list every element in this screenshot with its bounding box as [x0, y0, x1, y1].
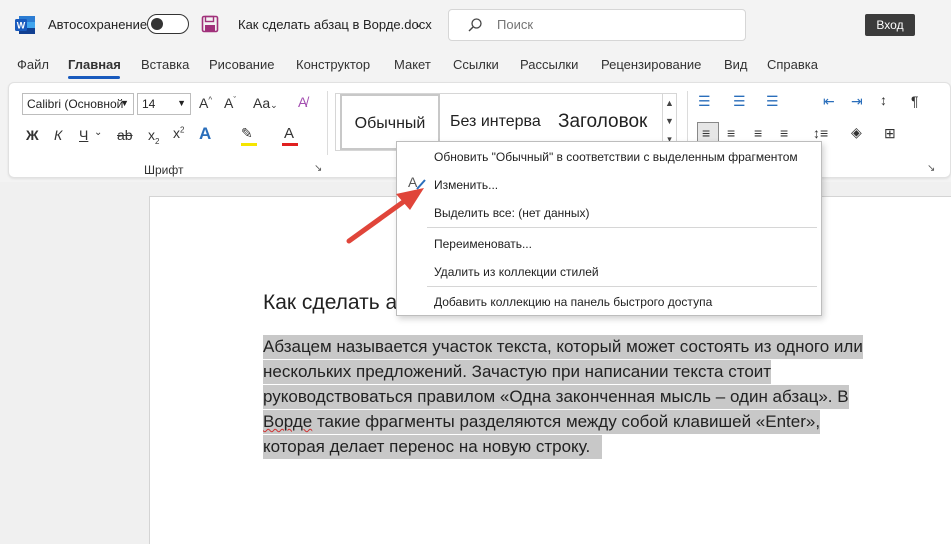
font-color-bar [282, 143, 298, 146]
tab-help[interactable]: Справка [767, 57, 818, 72]
text-effects-icon[interactable]: A [199, 124, 211, 144]
tab-file[interactable]: Файл [17, 57, 49, 72]
dialog-launcher-icon[interactable]: ↘ [314, 163, 322, 174]
autosave-toggle[interactable] [147, 14, 189, 34]
paragraph-line[interactable]: нескольких предложений. Зачастую при нап… [263, 359, 883, 384]
paragraph-line[interactable]: которая делает перенос на новую строку. [263, 434, 883, 459]
document-heading[interactable]: Как сделать а [263, 291, 397, 315]
selected-text: руководствоваться правилом «Одна законче… [263, 385, 849, 409]
paragraph-line[interactable]: руководствоваться правилом «Одна законче… [263, 384, 883, 409]
document-title[interactable]: Как сделать абзац в Ворде.docx [238, 17, 432, 32]
chevron-down-icon[interactable]: ⌄ [414, 17, 423, 30]
increase-indent-icon[interactable]: ⇥ [851, 93, 863, 110]
menu-item-modify[interactable]: Изменить... [434, 178, 498, 192]
selected-text: которая делает перенос на новую строку. [263, 435, 603, 459]
spelling-error[interactable]: Ворде [263, 412, 312, 431]
pilcrow-icon[interactable]: ¶ [911, 93, 919, 109]
menu-divider [427, 227, 817, 228]
tab-layout[interactable]: Макет [394, 57, 431, 72]
tab-home[interactable]: Главная [68, 57, 121, 72]
paragraph-line[interactable]: Ворде такие фрагменты разделяются между … [263, 409, 883, 434]
selected-text: нескольких предложений. Зачастую при нап… [263, 360, 772, 384]
font-size-select[interactable]: 14 ▼ [137, 93, 191, 115]
tab-draw[interactable]: Рисование [209, 57, 274, 72]
align-center-icon[interactable]: ≡ [727, 125, 735, 141]
menu-item-select-all[interactable]: Выделить все: (нет данных) [434, 206, 590, 220]
superscript-icon[interactable]: x2 [173, 125, 184, 141]
chevron-down-icon: ▼ [120, 98, 129, 108]
divider [327, 91, 328, 155]
paragraph-line[interactable]: Абзацем называется участок текста, котор… [263, 334, 883, 359]
tab-view[interactable]: Вид [724, 57, 748, 72]
clear-formatting-icon[interactable]: A̸ [298, 94, 307, 110]
font-color-icon[interactable]: A [284, 125, 294, 142]
tab-insert[interactable]: Вставка [141, 57, 189, 72]
bullets-icon[interactable]: ☰ [698, 93, 711, 110]
line-spacing-icon[interactable]: ↕≡ [813, 125, 828, 141]
svg-text:W: W [17, 21, 26, 31]
style-context-menu: Обновить "Обычный" в соответствии с выде… [396, 141, 822, 316]
selected-text: Абзацем называется участок текста, котор… [263, 335, 863, 359]
menu-item-update-style[interactable]: Обновить "Обычный" в соответствии с выде… [434, 150, 798, 164]
shading-icon[interactable]: ◈ [851, 124, 862, 141]
font-name-value: Calibri (Основной [27, 97, 124, 111]
decrease-indent-icon[interactable]: ⇤ [823, 93, 835, 110]
search-input[interactable] [497, 17, 697, 32]
highlight-icon[interactable]: ✎ [241, 125, 253, 142]
menu-item-add-to-quick-access[interactable]: Добавить коллекцию на панель быстрого до… [434, 295, 712, 309]
font-group-label: Шрифт [144, 163, 184, 177]
sort-icon[interactable]: ↕ [880, 92, 887, 108]
bold-icon[interactable]: Ж [26, 127, 39, 143]
title-bar: W Автосохранение Как сделать абзац в Вор… [0, 0, 951, 50]
word-logo-icon: W [15, 16, 35, 34]
tab-review[interactable]: Рецензирование [601, 57, 701, 72]
underline-icon[interactable]: Ч [79, 127, 88, 143]
search-icon [468, 18, 482, 32]
subscript-icon[interactable]: x2 [148, 127, 159, 146]
shrink-font-icon[interactable]: Aˇ [224, 95, 236, 111]
change-case-icon[interactable]: Aa⌄ [253, 95, 278, 111]
menu-item-remove-from-gallery[interactable]: Удалить из коллекции стилей [434, 265, 599, 279]
ribbon-tabs: Файл Главная Вставка Рисование Конструкт… [0, 54, 951, 79]
tab-references[interactable]: Ссылки [453, 57, 499, 72]
align-right-icon[interactable]: ≡ [754, 125, 762, 141]
strikethrough-icon[interactable]: ab [117, 127, 133, 143]
login-button[interactable]: Вход [865, 14, 915, 36]
menu-divider [427, 286, 817, 287]
tab-design[interactable]: Конструктор [296, 57, 370, 72]
chevron-down-icon[interactable]: ▼ [663, 112, 676, 130]
font-size-value: 14 [142, 97, 156, 111]
chevron-up-icon[interactable]: ▲ [663, 94, 676, 112]
chevron-down-icon[interactable]: ⌄ [94, 127, 102, 138]
grow-font-icon[interactable]: A^ [199, 95, 212, 111]
save-icon[interactable] [201, 15, 219, 33]
italic-icon[interactable]: К [54, 127, 62, 143]
search-box[interactable] [448, 9, 746, 41]
multilevel-list-icon[interactable]: ☰ [766, 93, 779, 110]
align-left-icon: ≡ [702, 125, 711, 141]
justify-icon[interactable]: ≡ [780, 125, 788, 141]
red-arrow-icon [346, 188, 424, 244]
active-tab-indicator [68, 76, 120, 79]
highlight-color-bar [241, 143, 257, 146]
dialog-launcher-icon[interactable]: ↘ [927, 163, 935, 174]
autosave-label: Автосохранение [48, 17, 148, 32]
chevron-down-icon: ▼ [177, 98, 186, 108]
text-fragment: такие фрагменты разделяются между собой … [312, 412, 821, 431]
menu-item-rename[interactable]: Переименовать... [434, 237, 532, 251]
selected-text: Ворде такие фрагменты разделяются между … [263, 410, 821, 434]
borders-icon[interactable]: ⊞ [884, 125, 896, 142]
numbering-icon[interactable]: ☰ [733, 93, 746, 110]
tab-mailings[interactable]: Рассылки [520, 57, 578, 72]
font-name-select[interactable]: Calibri (Основной ▼ [22, 93, 134, 115]
